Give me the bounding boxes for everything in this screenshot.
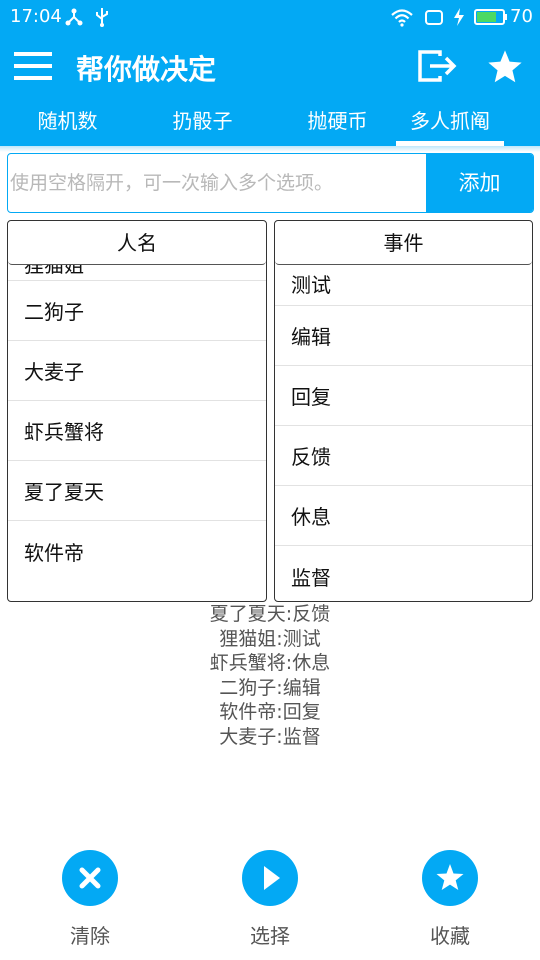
star-icon[interactable] (486, 48, 524, 86)
events-header: 事件 (275, 221, 532, 265)
option-input[interactable] (8, 154, 424, 212)
app-title: 帮你做决定 (76, 53, 217, 86)
tab-bar: 随机数 扔骰子 抛硬币 多人抓阄 (0, 98, 540, 146)
events-panel[interactable]: 事件 测试 编辑 回复 反馈 休息 监督 (274, 220, 533, 602)
list-item[interactable]: 休息 (275, 486, 532, 546)
list-item[interactable]: 大麦子 (8, 341, 266, 401)
tab-random-number[interactable]: 随机数 (0, 98, 135, 146)
tab-shadow (0, 146, 540, 152)
usb-icon (96, 8, 108, 27)
names-header: 人名 (8, 221, 266, 265)
status-time: 17:04 (10, 6, 62, 27)
favorite-label: 收藏 (430, 924, 470, 948)
play-icon (264, 866, 280, 890)
events-list[interactable]: 测试 编辑 回复 反馈 休息 监督 (275, 265, 532, 601)
clear-label: 清除 (70, 924, 110, 948)
result-line: 大麦子:监督 (219, 725, 321, 748)
result-line: 夏了夏天:反馈 (209, 603, 331, 625)
close-icon (79, 867, 101, 889)
wifi-icon (391, 9, 413, 27)
list-item[interactable]: 测试 (275, 265, 532, 306)
list-item[interactable]: 反馈 (275, 426, 532, 486)
result-list: 夏了夏天:反馈 狸猫姐:测试 虾兵蟹将:休息 二狗子:编辑 软件帝:回复 大麦子… (0, 602, 540, 749)
result-line: 软件帝:回复 (219, 701, 321, 723)
clear-circle[interactable] (62, 850, 118, 906)
favorite-button[interactable]: 收藏 (410, 850, 490, 949)
list-item[interactable]: 软件帝 (8, 521, 266, 581)
result-line: 虾兵蟹将:休息 (209, 652, 331, 674)
star-icon (436, 864, 464, 890)
tab-draw-lots[interactable]: 多人抓阄 (396, 98, 504, 146)
tab-dice[interactable]: 扔骰子 (135, 98, 270, 146)
add-button[interactable]: 添加 (426, 154, 533, 212)
list-item[interactable]: 二狗子 (8, 281, 266, 341)
battery-icon (474, 9, 507, 25)
list-item[interactable]: 编辑 (275, 306, 532, 366)
list-item[interactable]: 监督 (275, 546, 532, 601)
share-icon (65, 8, 83, 26)
option-input-row: 添加 (7, 153, 534, 213)
clear-button[interactable]: 清除 (50, 850, 130, 949)
app-bar: 帮你做决定 (0, 34, 540, 98)
menu-icon[interactable] (14, 50, 54, 82)
favorite-circle[interactable] (422, 850, 478, 906)
names-list[interactable]: 狸猫姐 二狗子 大麦子 虾兵蟹将 夏了夏天 软件帝 (8, 253, 266, 581)
exit-icon[interactable] (418, 50, 458, 82)
tab-coin[interactable]: 抛硬币 (270, 98, 405, 146)
charging-icon (454, 8, 464, 26)
result-line: 二狗子:编辑 (219, 676, 321, 699)
select-circle[interactable] (242, 850, 298, 906)
list-item[interactable]: 回复 (275, 366, 532, 426)
list-item[interactable]: 夏了夏天 (8, 461, 266, 521)
status-bar: 17:04 70 (0, 0, 540, 34)
select-label: 选择 (250, 924, 290, 948)
result-line: 狸猫姐:测试 (219, 627, 321, 650)
list-item[interactable]: 虾兵蟹将 (8, 401, 266, 461)
battery-percent: 70 (510, 6, 533, 27)
notification-icon (425, 10, 443, 25)
names-panel[interactable]: 人名 狸猫姐 二狗子 大麦子 虾兵蟹将 夏了夏天 软件帝 (7, 220, 267, 602)
select-button[interactable]: 选择 (230, 850, 310, 949)
